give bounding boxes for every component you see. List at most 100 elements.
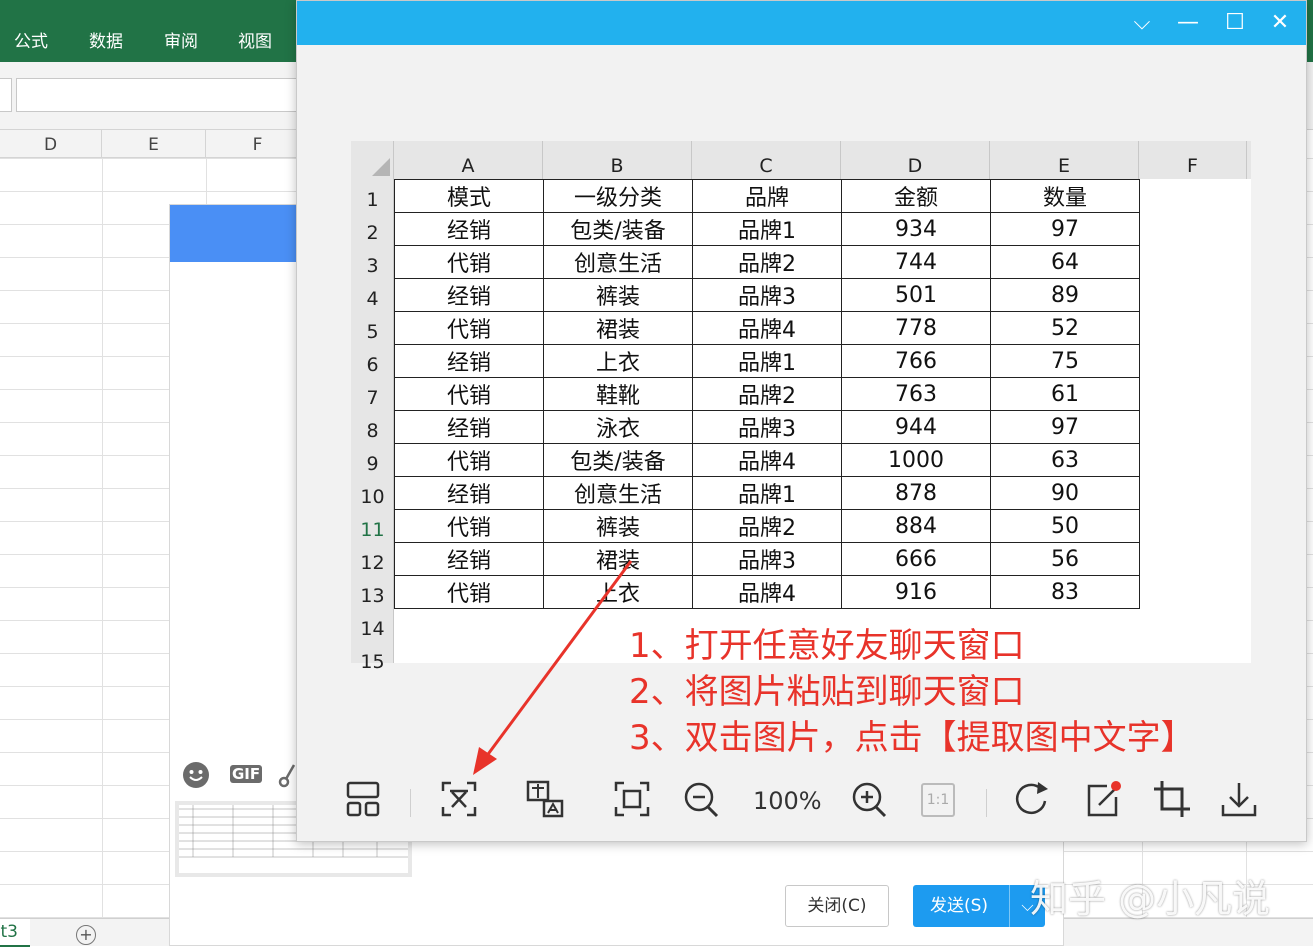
column-header-d[interactable]: D [0,130,102,158]
scissors-icon[interactable] [278,761,296,793]
table-cell: 品牌2 [692,509,842,543]
zoom-level: 100% [753,787,822,815]
table-cell: 裙装 [543,311,693,345]
collapse-chevron-icon[interactable]: ⌵ [1129,9,1155,37]
actual-size-icon[interactable]: 1:1 [921,783,955,817]
emoji-icon[interactable] [182,761,210,793]
zoom-in-icon[interactable] [851,779,889,823]
table-cell: 916 [841,575,991,609]
annotation-step-2: 2、将图片粘贴到聊天窗口 [629,672,1025,712]
table-cell: 64 [990,245,1140,279]
table-row: 经销 创意生活 品牌1 878 90 [394,476,1140,510]
header-cell: 品牌 [692,179,842,213]
table-cell: 50 [990,509,1140,543]
picture-column-headers: A B C D E F [351,141,1251,179]
send-button[interactable]: 发送(S) ⌵ [913,885,1045,927]
picture-row-number: 2 [366,222,379,244]
table-cell: 934 [841,212,991,246]
table-cell: 97 [990,212,1140,246]
annotation-step-1: 1、打开任意好友聊天窗口 [629,626,1025,666]
table-row: 模式 一级分类 品牌 金额 数量 [394,179,1140,213]
table-cell: 品牌2 [692,245,842,279]
close-icon[interactable]: ✕ [1267,9,1293,37]
menu-view[interactable]: 视图 [238,27,272,52]
fit-screen-icon[interactable] [613,779,651,823]
table-cell: 501 [841,278,991,312]
table-row: 经销 包类/装备 品牌1 934 97 [394,212,1140,246]
picture-col-c: C [692,141,841,179]
table-cell: 代销 [394,377,544,411]
table-cell: 75 [990,344,1140,378]
gallery-layout-icon[interactable] [345,779,381,823]
picture-col-b: B [543,141,692,179]
table-cell: 52 [990,311,1140,345]
toolbar-separator [410,789,411,817]
table-cell: 经销 [394,410,544,444]
table-cell: 品牌3 [692,278,842,312]
table-cell: 778 [841,311,991,345]
extract-text-icon[interactable] [440,779,478,823]
menu-formulas[interactable]: 公式 [14,27,48,52]
picture-row-number: 13 [360,585,385,607]
picture-row-number: 11 [360,519,385,541]
table-cell: 63 [990,443,1140,477]
table-cell: 884 [841,509,991,543]
name-box[interactable] [0,78,12,112]
table-cell: 鞋靴 [543,377,693,411]
table-cell: 97 [990,410,1140,444]
rotate-icon[interactable] [1012,779,1054,823]
table-cell: 878 [841,476,991,510]
minimize-icon[interactable]: — [1175,9,1201,37]
table-cell: 包类/装备 [543,212,693,246]
table-cell: 744 [841,245,991,279]
picture-row-number: 1 [366,189,379,211]
table-row: 代销 鞋靴 品牌2 763 61 [394,377,1140,411]
table-cell: 品牌3 [692,410,842,444]
picture-row-number: 10 [360,486,385,508]
close-button[interactable]: 关闭(C) [785,885,889,927]
picture-row-number: 9 [366,453,379,475]
column-header-f[interactable]: F [206,130,310,158]
picture-col-d: D [841,141,990,179]
header-cell: 数量 [990,179,1140,213]
menu-data[interactable]: 数据 [89,27,123,52]
table-cell: 代销 [394,509,544,543]
table-cell: 经销 [394,278,544,312]
menu-review[interactable]: 审阅 [164,27,198,52]
table-cell: 裤装 [543,509,693,543]
column-header-e[interactable]: E [102,130,206,158]
table-cell: 经销 [394,476,544,510]
picture-row-number: 6 [366,354,379,376]
maximize-icon[interactable]: ☐ [1222,9,1248,37]
gif-icon[interactable]: GIF [230,765,263,783]
table-cell: 上衣 [543,344,693,378]
add-sheet-button[interactable]: + [76,925,96,945]
select-all-corner [351,141,394,179]
viewer-titlebar: ⌵ — ☐ ✕ [297,1,1306,45]
translate-icon[interactable] [526,779,566,823]
picture-row-number: 5 [366,321,379,343]
table-row: 代销 创意生活 品牌2 744 64 [394,245,1140,279]
picture-row-number: 12 [360,552,385,574]
header-cell: 一级分类 [543,179,693,213]
edit-icon[interactable] [1085,779,1123,823]
picture-row-headers: 1 2 3 4 5 6 7 8 9 10 11 12 13 14 15 [351,179,394,673]
sheet-tab[interactable]: et3 [0,919,30,947]
header-cell: 金额 [841,179,991,213]
toolbar-separator [986,789,987,817]
table-cell: 代销 [394,245,544,279]
table-cell: 品牌1 [692,344,842,378]
table-cell: 944 [841,410,991,444]
formula-bar[interactable] [16,78,316,112]
viewer-toolbar: 100% 1:1 [297,779,1308,827]
table-cell: 创意生活 [543,245,693,279]
table-cell: 包类/装备 [543,443,693,477]
picture-row-number: 3 [366,255,379,277]
image-viewer-window: ⌵ — ☐ ✕ A B C D E F 1 2 3 4 5 6 7 8 9 10 11 12 13 14 1… [296,0,1307,842]
zoom-out-icon[interactable] [683,779,721,823]
picture-row-number: 7 [366,387,379,409]
crop-icon[interactable] [1152,779,1192,823]
download-icon[interactable] [1220,779,1258,823]
table-cell: 品牌2 [692,377,842,411]
table-cell: 品牌4 [692,311,842,345]
